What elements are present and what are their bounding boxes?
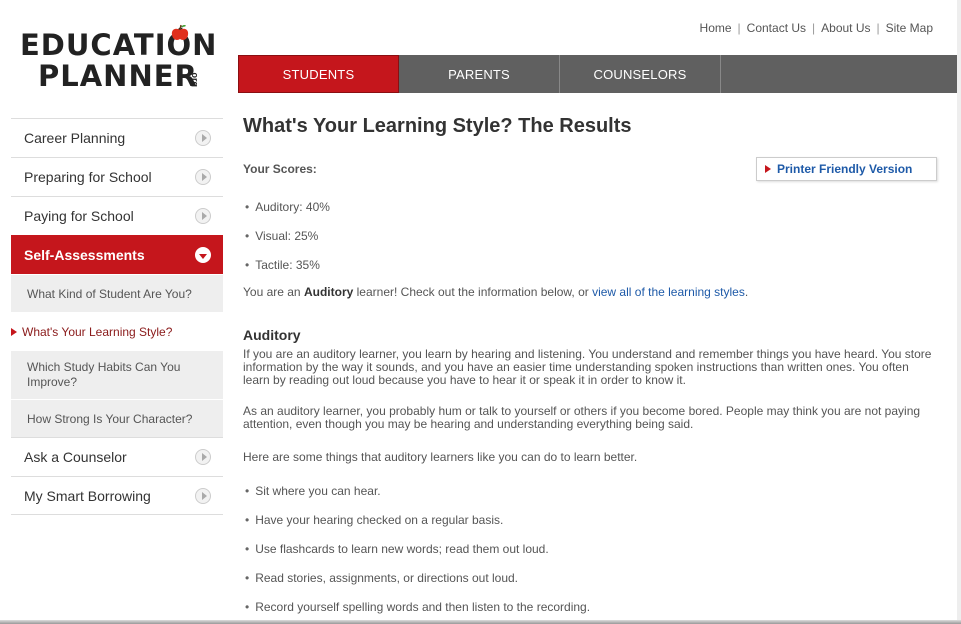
sidebar-item-label: Ask a Counselor [24,449,127,465]
education-planner-logo[interactable]: EDUCATIÓN PLANNER .org [20,24,220,100]
sidebar-subitem-kind-of-student[interactable]: What Kind of Student Are You? [11,274,223,312]
main-nav: STUDENTS PARENTS COUNSELORS [238,55,957,93]
sidebar-subitem-label: How Strong Is Your Character? [27,411,193,426]
sidebar: Career Planning Preparing for School Pay… [11,118,223,515]
list-item: Visual: 25% [243,221,330,250]
contact-us-link[interactable]: Contact Us [741,21,812,35]
apple-icon [171,24,189,40]
tab-label: PARENTS [448,66,510,82]
description-paragraph: If you are an auditory learner, you lear… [243,347,932,387]
sidebar-subitem-label: Which Study Habits Can You Improve? [27,360,181,389]
list-item: Record yourself spelling words and then … [243,592,590,621]
sidebar-item-ask-a-counselor[interactable]: Ask a Counselor [11,437,223,476]
site-map-link[interactable]: Site Map [880,21,939,35]
sidebar-item-self-assessments[interactable]: Self-Assessments [11,235,223,274]
tab-students[interactable]: STUDENTS [238,55,399,93]
scores-label: Your Scores: [243,162,317,176]
sidebar-item-preparing-for-school[interactable]: Preparing for School [11,157,223,196]
arrow-right-icon [765,165,771,173]
home-link[interactable]: Home [694,21,738,35]
sidebar-subitem-study-habits[interactable]: Which Study Habits Can You Improve? [11,350,223,399]
current-page-arrow-icon [11,327,17,336]
learning-style-result: Auditory [303,285,354,299]
sidebar-item-paying-for-school[interactable]: Paying for School [11,196,223,235]
tab-parents[interactable]: PARENTS [399,55,560,93]
utility-links: Home | Contact Us | About Us | Site Map [694,21,939,35]
list-item: Have your hearing checked on a regular b… [243,505,590,534]
chevron-right-icon [195,487,211,504]
list-item: Use flashcards to learn new words; read … [243,534,590,563]
printer-friendly-button[interactable]: Printer Friendly Version [756,157,937,181]
about-us-link[interactable]: About Us [815,21,876,35]
chevron-right-icon [195,169,211,185]
logo-org: .org [190,70,200,87]
sidebar-subitem-label: What's Your Learning Style? [22,324,173,339]
tips-list: Sit where you can hear. Have your hearin… [243,476,590,621]
scrollbar-track[interactable] [957,0,961,624]
sidebar-item-my-smart-borrowing[interactable]: My Smart Borrowing [11,476,223,515]
description-paragraph: Here are some things that auditory learn… [243,450,638,464]
description-paragraph: As an auditory learner, you probably hum… [243,404,921,431]
chevron-down-icon [195,247,211,263]
summary-text: learner! Check out the information below… [353,285,593,299]
list-item: Sit where you can hear. [243,476,590,505]
sidebar-item-career-planning[interactable]: Career Planning [11,118,223,157]
sidebar-item-label: Paying for School [24,208,134,224]
sidebar-subitem-character[interactable]: How Strong Is Your Character? [11,399,223,437]
list-item: Tactile: 35% [243,250,330,279]
page-title: What's Your Learning Style? The Results [243,115,632,137]
sidebar-item-label: Self-Assessments [24,247,145,263]
chevron-right-icon [195,208,211,224]
sidebar-item-label: Preparing for School [24,169,152,185]
window-bottom-edge [0,620,961,624]
list-item: Read stories, assignments, or directions… [243,563,590,592]
scores-list: Auditory: 40% Visual: 25% Tactile: 35% [243,192,330,279]
chevron-right-icon [195,130,211,146]
sidebar-item-label: Career Planning [24,130,126,146]
section-heading: Auditory [243,327,301,343]
sidebar-subitem-label: What Kind of Student Are You? [27,286,192,301]
logo-line2: PLANNER [38,59,198,93]
list-item: Auditory: 40% [243,192,330,221]
sidebar-item-label: My Smart Borrowing [24,487,151,504]
tab-counselors[interactable]: COUNSELORS [560,55,721,93]
chevron-right-icon [195,449,211,465]
tab-label: COUNSELORS [593,66,687,82]
sidebar-subitem-learning-style[interactable]: What's Your Learning Style? [11,312,223,350]
summary-text: You are an [243,285,304,299]
summary-text: . [744,285,749,299]
tab-label: STUDENTS [282,66,355,82]
view-all-styles-link[interactable]: view all of the learning styles [592,285,745,299]
printer-friendly-label: Printer Friendly Version [777,162,913,176]
main-content: What's Your Learning Style? The Results … [243,115,943,614]
result-summary: You are an Auditory learner! Check out t… [243,285,748,299]
